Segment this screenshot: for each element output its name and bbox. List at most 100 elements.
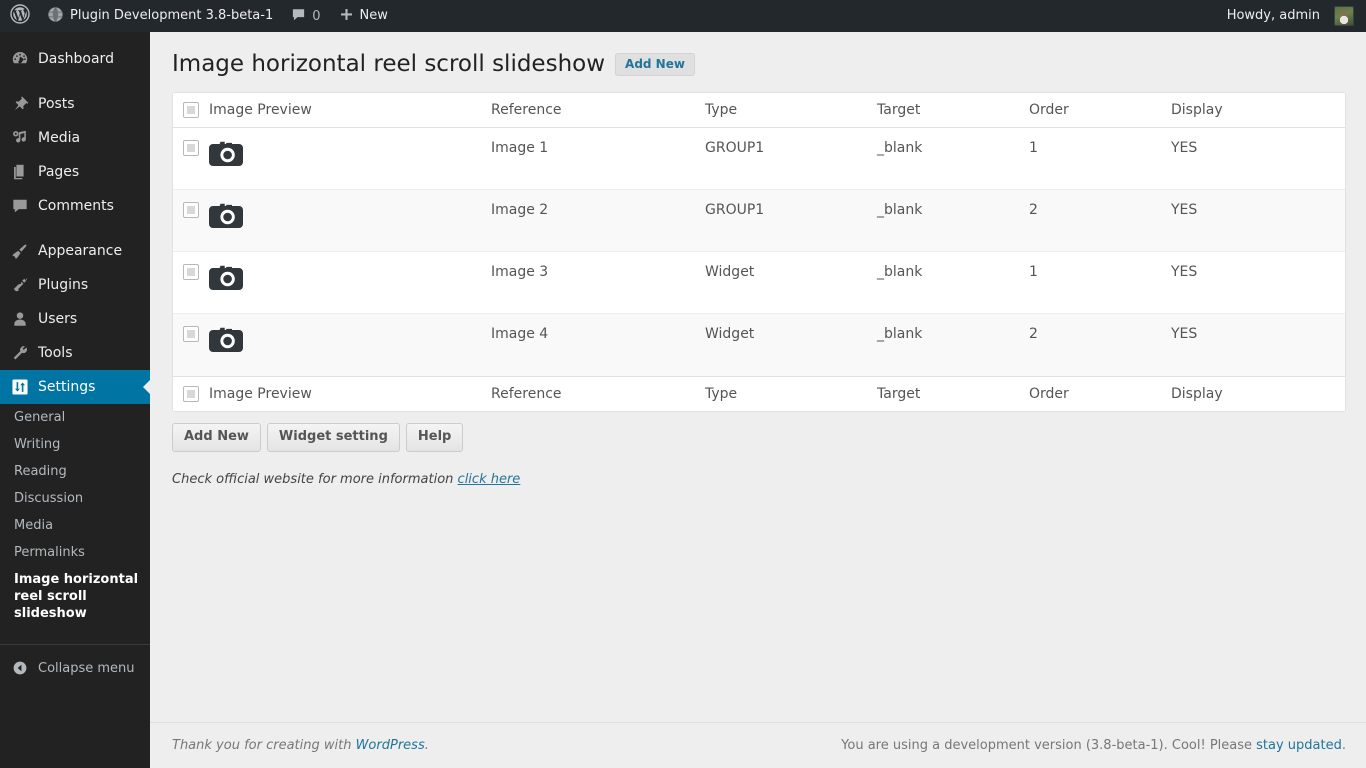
row-checkbox[interactable] — [183, 326, 199, 342]
sidebar-item-tools[interactable]: Tools — [0, 336, 150, 370]
sidebar-item-dashboard[interactable]: Dashboard — [0, 42, 150, 76]
sidebar-item-label: Comments — [38, 198, 114, 214]
footer-thankyou: Thank you for creating with WordPress. — [172, 738, 429, 753]
row-image-preview — [209, 314, 491, 376]
sidebar-item-appearance[interactable]: Appearance — [0, 234, 150, 268]
select-all-checkbox[interactable] — [183, 102, 199, 118]
info-line: Check official website for more informat… — [172, 472, 1346, 487]
admin-bar: Plugin Development 3.8-beta-1 0 New Howd… — [0, 0, 1366, 32]
row-target: _blank — [877, 252, 1029, 314]
my-account-menu[interactable]: Howdy, admin — [1218, 0, 1366, 32]
row-order: 2 — [1029, 190, 1171, 252]
info-text: Check official website for more informat… — [172, 472, 454, 487]
action-buttons: Add New Widget setting Help — [172, 423, 1346, 452]
table-row: Image 1 GROUP1 _blank 1 YES — [173, 128, 1345, 190]
row-reference: Image 3 — [491, 252, 705, 314]
paintbrush-icon — [10, 241, 30, 261]
stay-updated-link[interactable]: stay updated — [1256, 738, 1342, 753]
sidebar-item-users[interactable]: Users — [0, 302, 150, 336]
column-header-reference[interactable]: Reference — [491, 93, 705, 128]
column-footer-image-preview[interactable]: Image Preview — [209, 376, 491, 411]
column-footer-reference[interactable]: Reference — [491, 376, 705, 411]
row-reference: Image 2 — [491, 190, 705, 252]
add-new-top-button[interactable]: Add New — [615, 53, 695, 76]
column-footer-target[interactable]: Target — [877, 376, 1029, 411]
camera-icon — [209, 203, 243, 234]
comment-bubble-icon — [10, 196, 30, 216]
wordpress-logo-button[interactable] — [0, 0, 38, 32]
official-website-link[interactable]: click here — [458, 472, 521, 487]
sidebar-subitem-reading[interactable]: Reading — [0, 458, 150, 485]
sidebar-subitem-image-horizontal-reel-scroll-slideshow[interactable]: Image horizontal reel scroll slideshow — [0, 566, 150, 627]
avatar — [1334, 6, 1354, 26]
sidebar-item-posts[interactable]: Posts — [0, 87, 150, 121]
table-foot: Image Preview Reference Type Target Orde… — [173, 376, 1345, 411]
column-footer-order[interactable]: Order — [1029, 376, 1171, 411]
row-target: _blank — [877, 190, 1029, 252]
row-target: _blank — [877, 314, 1029, 376]
pages-icon — [10, 162, 30, 182]
sidebar-subitem-discussion[interactable]: Discussion — [0, 485, 150, 512]
column-header-order[interactable]: Order — [1029, 93, 1171, 128]
widget-setting-button[interactable]: Widget setting — [266, 423, 400, 452]
row-checkbox[interactable] — [183, 140, 199, 156]
column-footer-type[interactable]: Type — [705, 376, 877, 411]
row-select-cell — [173, 314, 209, 376]
sidebar-item-media[interactable]: Media — [0, 121, 150, 155]
site-name-menu[interactable]: Plugin Development 3.8-beta-1 — [38, 0, 282, 32]
footer-thankyou-text: Thank you for creating with — [172, 738, 356, 753]
sidebar-menu: Dashboard Posts Media Pages Comments App… — [0, 32, 151, 635]
sidebar-item-comments[interactable]: Comments — [0, 189, 150, 223]
sidebar-item-label: Settings — [38, 379, 96, 395]
new-content-menu[interactable]: New — [330, 0, 397, 32]
column-header-image-preview[interactable]: Image Preview — [209, 93, 491, 128]
sidebar-item-settings[interactable]: Settings — [0, 370, 151, 404]
howdy-label: Howdy, admin — [1226, 8, 1320, 23]
row-select-cell — [173, 190, 209, 252]
select-all-checkbox-footer[interactable] — [183, 386, 199, 402]
row-image-preview — [209, 190, 491, 252]
row-type: Widget — [705, 252, 877, 314]
row-image-preview — [209, 128, 491, 190]
camera-icon — [209, 141, 243, 172]
collapse-menu-button[interactable]: Collapse menu — [0, 654, 150, 682]
wordpress-logo-icon — [10, 4, 30, 28]
camera-icon — [209, 265, 243, 296]
sidebar-item-label: Media — [38, 130, 81, 146]
sidebar-subitem-permalinks[interactable]: Permalinks — [0, 539, 150, 566]
sidebar-item-label: Tools — [38, 345, 73, 361]
sidebar-subitem-media[interactable]: Media — [0, 512, 150, 539]
content-wrap: Image horizontal reel scroll slideshow A… — [150, 32, 1366, 487]
row-type: GROUP1 — [705, 128, 877, 190]
row-checkbox[interactable] — [183, 202, 199, 218]
sidebar-item-pages[interactable]: Pages — [0, 155, 150, 189]
comments-menu[interactable]: 0 — [282, 0, 329, 32]
sidebar-subitem-writing[interactable]: Writing — [0, 431, 150, 458]
footer-version: You are using a development version (3.8… — [841, 738, 1346, 753]
page-title: Image horizontal reel scroll slideshow — [172, 51, 606, 77]
row-display: YES — [1171, 190, 1345, 252]
wordpress-link[interactable]: WordPress — [356, 738, 425, 753]
add-new-button[interactable]: Add New — [172, 423, 261, 452]
row-checkbox[interactable] — [183, 264, 199, 280]
help-button[interactable]: Help — [405, 423, 464, 452]
sidebar-item-plugins[interactable]: Plugins — [0, 268, 150, 302]
sidebar-subitem-general[interactable]: General — [0, 404, 150, 431]
settings-sliders-icon — [10, 377, 30, 397]
sidebar-separator — [0, 76, 150, 87]
table-row: Image 4 Widget _blank 2 YES — [173, 314, 1345, 376]
sidebar-item-label: Posts — [38, 96, 75, 112]
row-type: Widget — [705, 314, 877, 376]
column-footer-display[interactable]: Display — [1171, 376, 1345, 411]
comment-bubble-icon — [291, 7, 306, 26]
current-menu-arrow — [143, 379, 151, 395]
column-header-display[interactable]: Display — [1171, 93, 1345, 128]
table-head: Image Preview Reference Type Target Orde… — [173, 93, 1345, 128]
media-icon — [10, 128, 30, 148]
column-header-type[interactable]: Type — [705, 93, 877, 128]
plus-icon — [339, 7, 354, 26]
row-order: 1 — [1029, 128, 1171, 190]
pin-icon — [10, 94, 30, 114]
column-header-target[interactable]: Target — [877, 93, 1029, 128]
sidebar-item-label: Pages — [38, 164, 80, 180]
